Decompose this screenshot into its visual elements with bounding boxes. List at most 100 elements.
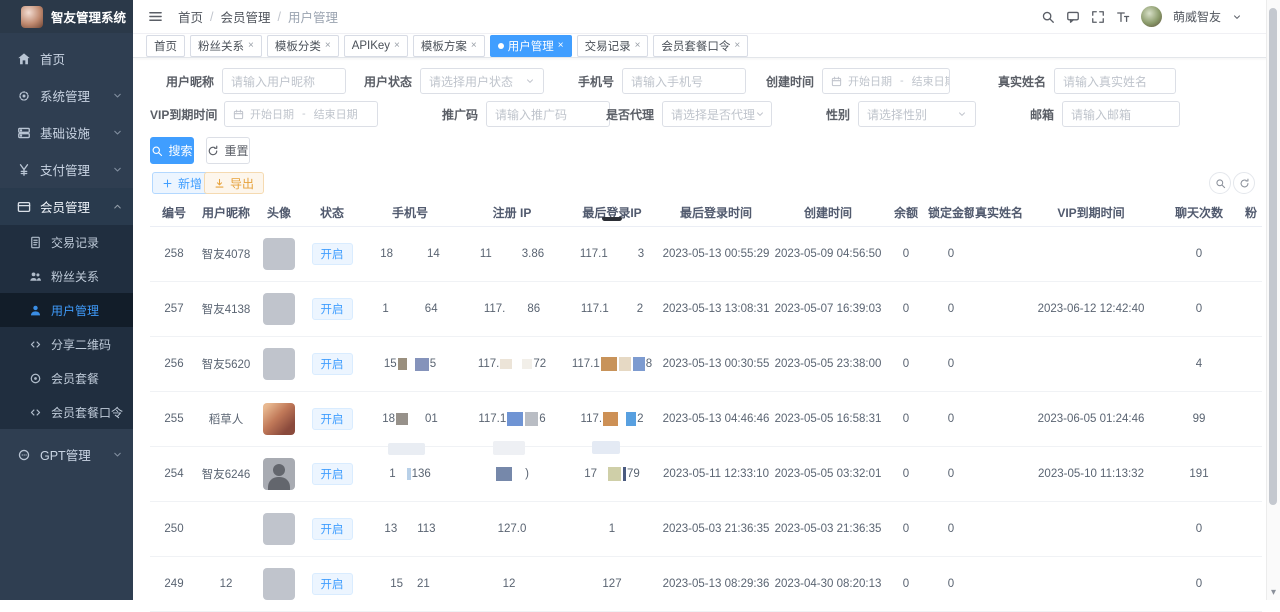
cell-login-ip: 1779 — [564, 467, 660, 481]
sidebar-subitem-5[interactable]: 会员套餐口令 — [0, 395, 133, 429]
column-header-10[interactable]: 锁定金额 — [928, 204, 974, 221]
zoom-circle-button[interactable] — [1209, 172, 1231, 194]
column-header-1[interactable]: 用户昵称 — [198, 204, 254, 221]
mosaic-block — [525, 412, 538, 426]
column-header-5[interactable]: 注册 IP — [460, 204, 564, 221]
close-icon[interactable]: × — [248, 41, 254, 51]
column-header-6[interactable]: 最后登录IP — [564, 204, 660, 221]
cell-phone: 1521 — [360, 578, 460, 590]
filter-select[interactable]: 请选择是否代理 — [662, 101, 772, 127]
search-icon[interactable] — [1041, 10, 1055, 24]
filter-select[interactable]: 请选择性别 — [858, 101, 976, 127]
close-icon[interactable]: × — [471, 41, 477, 51]
select-placeholder: 请选择性别 — [867, 106, 927, 123]
cell-balance: 0 — [884, 468, 928, 480]
scrollbar-thumb[interactable] — [1269, 8, 1277, 505]
breadcrumb-item-0[interactable]: 首页 — [178, 7, 203, 26]
chevron-down-icon[interactable] — [1232, 12, 1242, 22]
tag-1[interactable]: 粉丝关系× — [190, 35, 262, 57]
message-icon[interactable] — [1066, 10, 1080, 24]
table-row[interactable]: 257智友4138开启164117.86117.122023-05-13 13:… — [150, 282, 1262, 337]
username[interactable]: 萌威智友 — [1173, 8, 1221, 25]
column-header-3[interactable]: 状态 — [304, 204, 360, 221]
server-icon — [17, 126, 31, 140]
filter-input[interactable]: 请输入邮箱 — [1062, 101, 1180, 127]
sidebar-item-2[interactable]: 基础设施 — [0, 114, 133, 151]
column-header-11[interactable]: 真实姓名 — [974, 204, 1024, 221]
breadcrumb-item-1[interactable]: 会员管理 — [221, 7, 271, 26]
sidebar-subitem-2[interactable]: 用户管理 — [0, 293, 133, 327]
sidebar-item-4[interactable]: 会员管理 — [0, 188, 133, 225]
tag-4[interactable]: 模板方案× — [413, 35, 485, 57]
close-icon[interactable]: × — [558, 41, 564, 51]
column-header-7[interactable]: 最后登录时间 — [660, 204, 772, 221]
close-icon[interactable]: × — [325, 41, 331, 51]
filter-input[interactable]: 请输入手机号 — [622, 68, 746, 94]
column-header-14[interactable]: 粉 — [1240, 204, 1262, 221]
close-icon[interactable]: × — [734, 41, 740, 51]
sidebar-subitem-4[interactable]: 会员套餐 — [0, 361, 133, 395]
column-header-8[interactable]: 创建时间 — [772, 204, 884, 221]
page-scrollbar[interactable]: ▾ — [1266, 0, 1280, 600]
app-logo[interactable]: 智友管理系统 — [0, 0, 133, 33]
scrollbar-down-arrow[interactable]: ▾ — [1267, 587, 1280, 598]
filter-daterange[interactable]: 开始日期-结束日期 — [822, 68, 950, 94]
filter-input[interactable]: 请输入推广码 — [486, 101, 610, 127]
search-button[interactable]: 搜索 — [150, 137, 194, 164]
censored-text-fragment: ) — [525, 468, 529, 480]
table-row[interactable]: 255稻草人开启1801117.16117.22023-05-13 04:46:… — [150, 392, 1262, 447]
tag-7[interactable]: 会员套餐口令× — [653, 35, 748, 57]
table-row[interactable]: 258智友4078开启1814113.86117.132023-05-13 00… — [150, 227, 1262, 282]
sidebar-item-1[interactable]: 系统管理 — [0, 77, 133, 114]
active-tag-dot — [498, 43, 504, 49]
close-icon[interactable]: × — [394, 41, 400, 51]
hamburger-icon[interactable] — [148, 9, 163, 24]
top-navbar: 首页/会员管理/用户管理 萌威智友 — [133, 0, 1280, 34]
refresh-circle-button[interactable] — [1233, 172, 1255, 194]
column-header-12[interactable]: VIP到期时间 — [1024, 204, 1158, 221]
user-avatar[interactable] — [1141, 6, 1162, 27]
filter-input[interactable]: 请输入用户昵称 — [222, 68, 346, 94]
table-row[interactable]: 256智友5620开启155117.72117.182023-05-13 00:… — [150, 337, 1262, 392]
column-header-9[interactable]: 余额 — [884, 204, 928, 221]
sidebar-item-3[interactable]: 支付管理 — [0, 151, 133, 188]
column-header-13[interactable]: 聊天次数 — [1158, 204, 1240, 221]
table-row[interactable]: 254智友6246开启1136)17792023-05-11 12:33:102… — [150, 447, 1262, 502]
daterange-start: 开始日期 — [848, 73, 892, 89]
column-header-4[interactable]: 手机号 — [360, 204, 460, 221]
sidebar-item-gpt[interactable]: GPT管理 — [0, 436, 133, 473]
font-size-icon[interactable] — [1116, 10, 1130, 24]
sidebar-subitem-0[interactable]: 交易记录 — [0, 225, 133, 259]
filter-input[interactable]: 请输入真实姓名 — [1054, 68, 1176, 94]
add-button[interactable]: 新增 — [152, 172, 212, 194]
cell-id: 249 — [150, 578, 198, 590]
table-row[interactable]: 24912开启1521121272023-05-13 08:29:362023-… — [150, 557, 1262, 612]
tag-3[interactable]: APIKey× — [344, 35, 408, 57]
table-row[interactable]: 250开启13113127.012023-05-03 21:36:352023-… — [150, 502, 1262, 557]
column-header-2[interactable]: 头像 — [254, 204, 304, 221]
fullscreen-icon[interactable] — [1091, 10, 1105, 24]
sidebar-subitem-3[interactable]: 分享二维码 — [0, 327, 133, 361]
tag-0[interactable]: 首页 — [146, 35, 185, 57]
sidebar-subitem-label: 粉丝关系 — [51, 268, 99, 285]
close-icon[interactable]: × — [635, 41, 641, 51]
column-header-0[interactable]: 编号 — [150, 204, 198, 221]
tag-6[interactable]: 交易记录× — [577, 35, 649, 57]
tag-5[interactable]: 用户管理× — [490, 35, 572, 57]
mosaic-block — [415, 358, 429, 371]
cell-nickname: 智友4078 — [198, 246, 254, 262]
cell-last-login: 2023-05-11 12:33:10 — [660, 468, 772, 480]
censored-text-fragment: 8 — [646, 358, 652, 370]
tag-2[interactable]: 模板分类× — [267, 35, 339, 57]
filter-select[interactable]: 请选择用户状态 — [420, 68, 544, 94]
sidebar-subitem-1[interactable]: 粉丝关系 — [0, 259, 133, 293]
export-button[interactable]: 导出 — [204, 172, 264, 194]
mosaic-block — [603, 412, 618, 426]
sidebar-item-0[interactable]: 首页 — [0, 40, 133, 77]
status-badge: 开启 — [312, 243, 353, 265]
reset-button[interactable]: 重置 — [206, 137, 250, 164]
filter-daterange[interactable]: 开始日期-结束日期 — [224, 101, 378, 127]
blur-artifact — [592, 441, 620, 454]
filter-label: 创建时间 — [764, 73, 814, 90]
cell-last-login: 2023-05-13 00:55:29 — [660, 248, 772, 260]
